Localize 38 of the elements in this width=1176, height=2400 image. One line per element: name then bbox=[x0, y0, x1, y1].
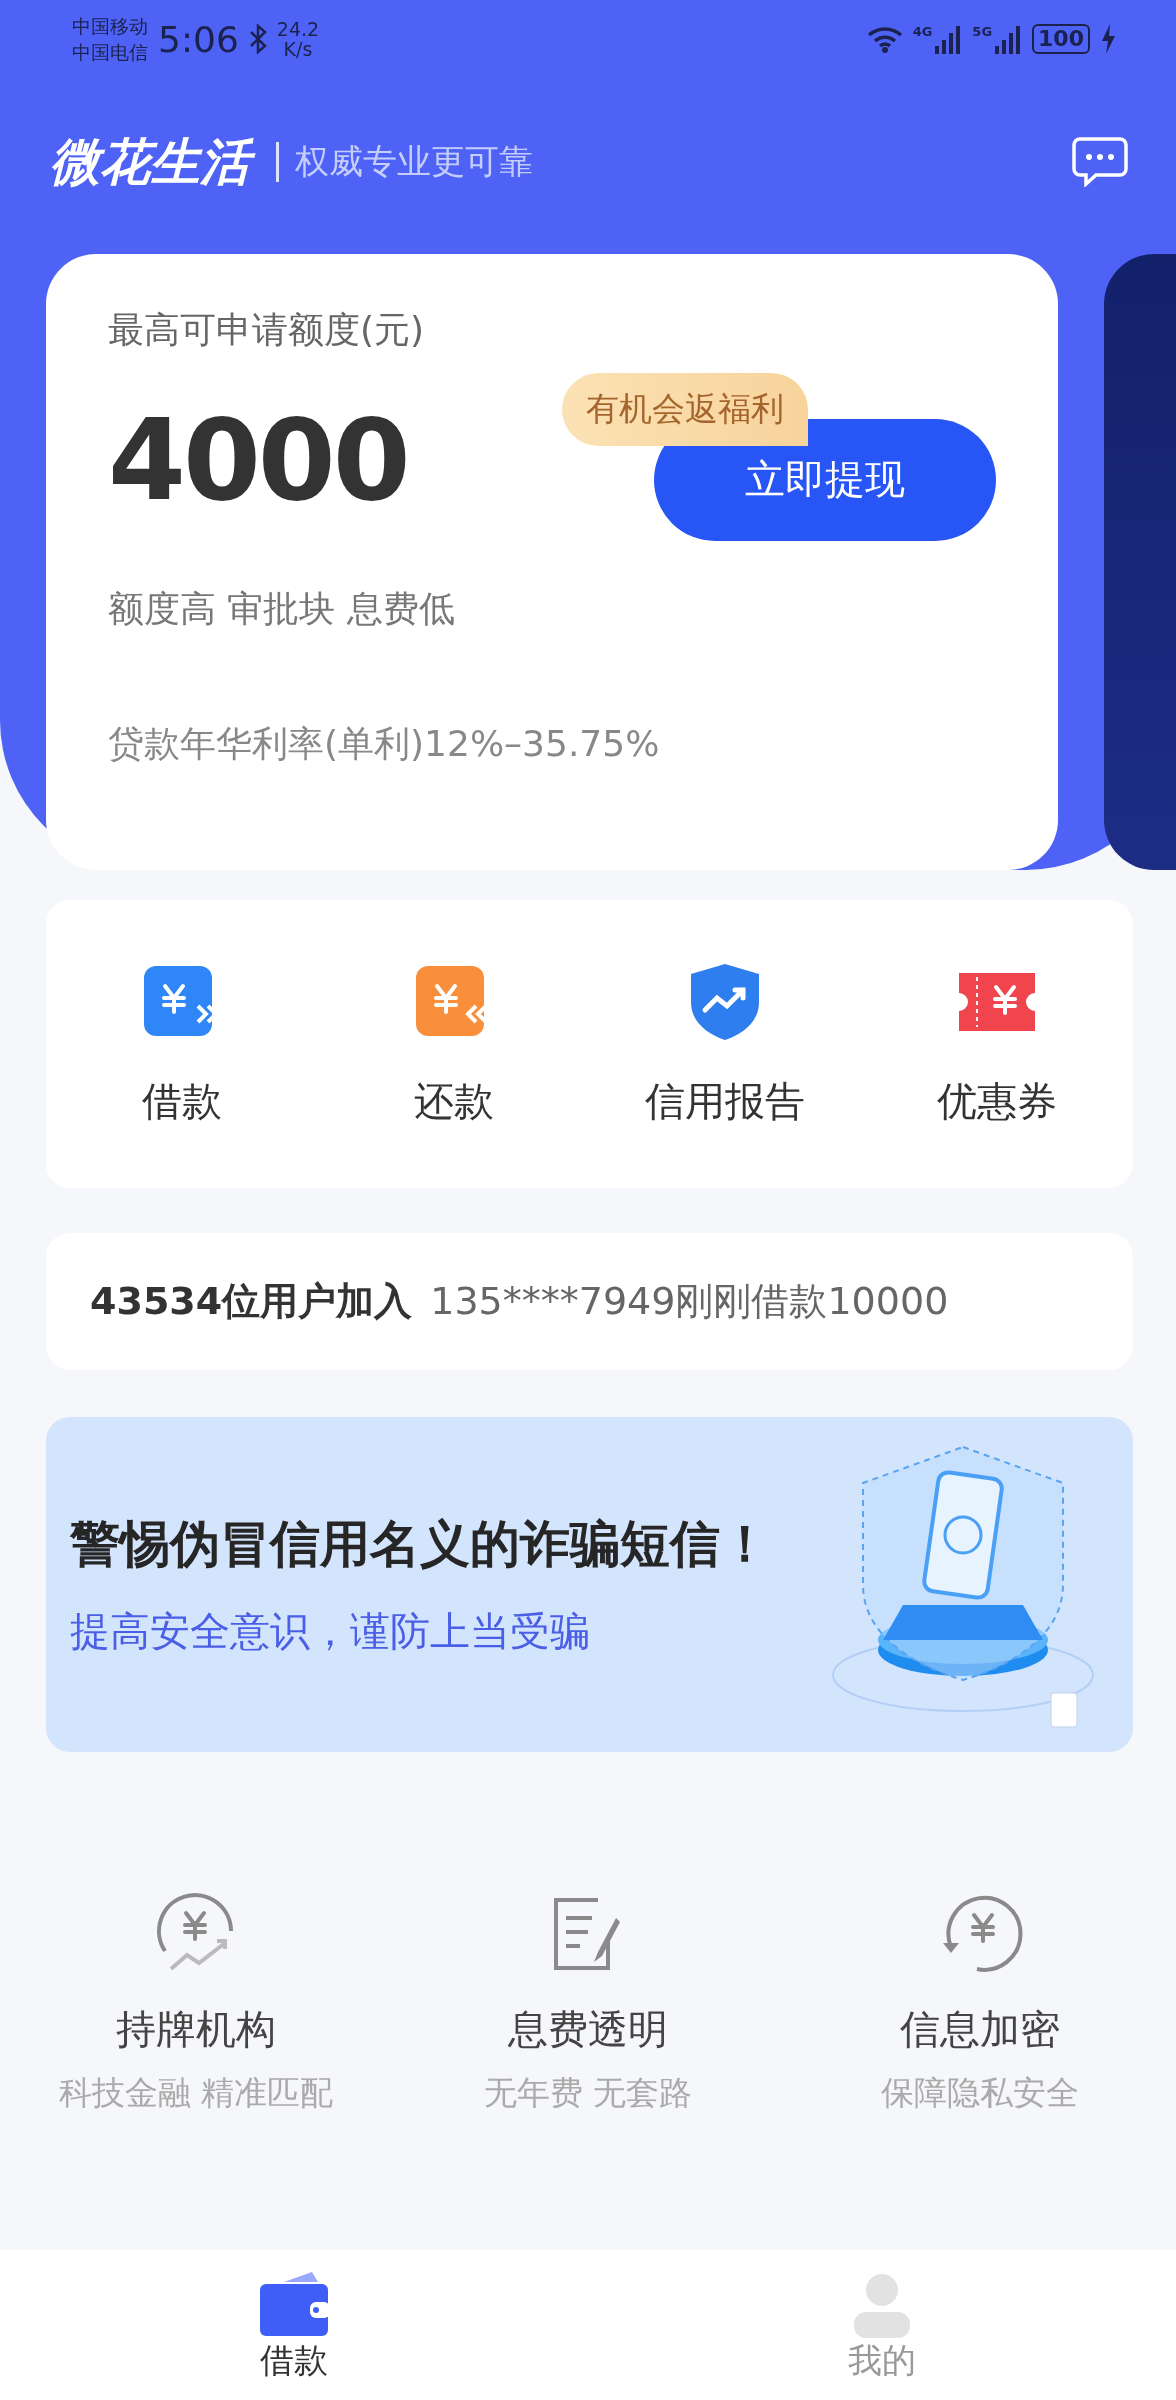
network-type: 5G bbox=[972, 24, 993, 40]
network-speed: 24.2 bbox=[276, 19, 320, 40]
action-label[interactable]: 借款 bbox=[141, 1073, 222, 1129]
battery-level: 100 bbox=[1032, 24, 1090, 55]
features-text: 额度高 审批块 息费低 bbox=[108, 586, 456, 631]
ticker-message: 135****7949刚刚借款10000 bbox=[430, 1278, 949, 1325]
network-type: 4G bbox=[912, 24, 933, 40]
signal-icon bbox=[934, 24, 963, 55]
charging-icon bbox=[1100, 24, 1116, 55]
assurance-subtitle: 无年费 无套路 bbox=[483, 2072, 693, 2114]
assurance-title: 息费透明 bbox=[508, 2005, 668, 2054]
network-speed: K/s bbox=[283, 39, 313, 60]
user-count: 43534位用户加入 bbox=[90, 1278, 413, 1325]
action-label[interactable]: 还款 bbox=[413, 1073, 494, 1129]
warning-banner[interactable]: 警惕伪冒信用名义的诈骗短信！ 提高安全意识，谨防上当受骗 bbox=[46, 1417, 1133, 1752]
action-label[interactable]: 信用报告 bbox=[645, 1073, 806, 1129]
banner-title: 警惕伪冒信用名义的诈骗短信！ bbox=[70, 1513, 770, 1575]
limit-amount: 4000 bbox=[108, 394, 408, 525]
banner-subtitle: 提高安全意识，谨防上当受骗 bbox=[70, 1606, 591, 1656]
promo-badge: 有机会返福利 bbox=[562, 372, 808, 446]
message-icon[interactable] bbox=[1072, 137, 1128, 188]
status-time: 5:06 bbox=[158, 18, 239, 60]
tab-label[interactable]: 借款 bbox=[260, 2338, 328, 2384]
signal-icon bbox=[994, 24, 1023, 55]
bluetooth-icon bbox=[248, 24, 267, 55]
limit-label: 最高可申请额度(元) bbox=[108, 307, 426, 352]
carrier-name: 中国移动 bbox=[72, 14, 148, 40]
action-label[interactable]: 优惠券 bbox=[937, 1073, 1058, 1129]
interest-rate: 贷款年华利率(单利)12%–35.75% bbox=[108, 721, 661, 766]
brand-slogan: 权威专业更可靠 bbox=[295, 140, 533, 184]
assurance-subtitle: 保障隐私安全 bbox=[881, 2072, 1079, 2114]
brand-logo: 微花生活 bbox=[48, 127, 260, 197]
assurance-title: 信息加密 bbox=[900, 2005, 1060, 2054]
assurance-subtitle: 科技金融 精准匹配 bbox=[58, 2072, 334, 2114]
assurance-title: 持牌机构 bbox=[116, 2005, 276, 2054]
shield-chart-icon bbox=[689, 961, 762, 1042]
carrier-name: 中国电信 bbox=[72, 40, 148, 66]
wifi-icon bbox=[866, 25, 903, 54]
